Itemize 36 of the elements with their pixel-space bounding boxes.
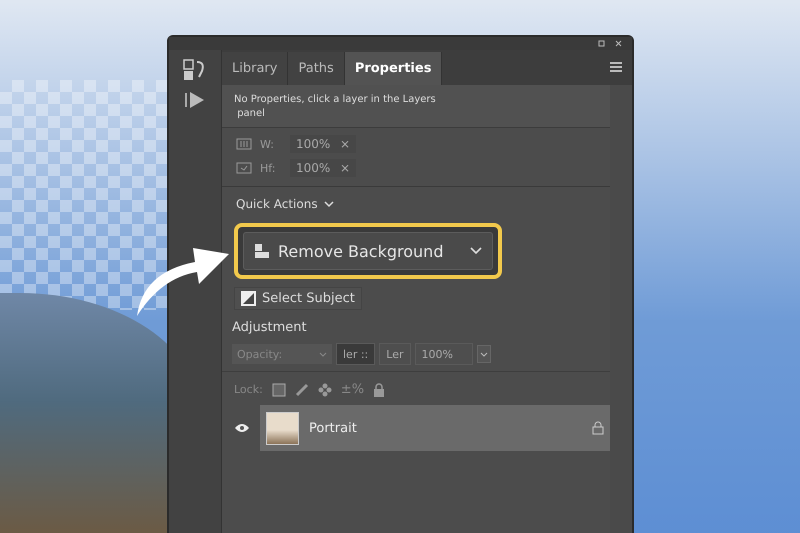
chevron-down-icon bbox=[470, 247, 482, 255]
layer-row[interactable]: Portrait bbox=[260, 405, 610, 451]
pencil-icon[interactable] bbox=[294, 382, 309, 396]
dimension-label: Hf: bbox=[260, 162, 276, 174]
lock-icon[interactable] bbox=[373, 382, 386, 396]
subject-icon bbox=[241, 291, 256, 306]
eye-icon[interactable] bbox=[234, 423, 250, 433]
input-field[interactable]: Ler bbox=[379, 343, 410, 365]
input-field[interactable]: ler :: bbox=[336, 343, 376, 365]
info-message: No Properties, click a layer in the Layers panel bbox=[222, 85, 610, 128]
lock-icon bbox=[592, 421, 604, 435]
section-title: Adjustment bbox=[231, 319, 308, 337]
close-icon[interactable] bbox=[615, 40, 622, 47]
photo-placeholder bbox=[266, 412, 299, 444]
chevron-down-icon[interactable] bbox=[476, 345, 490, 363]
panel-tab[interactable]: Library bbox=[222, 52, 288, 85]
height-icon bbox=[236, 162, 252, 174]
layer-name: Portrait bbox=[309, 420, 358, 436]
menu-icon[interactable] bbox=[610, 62, 622, 72]
chevron-down-icon bbox=[319, 352, 327, 356]
lock-label: Lock: bbox=[234, 383, 263, 396]
dimension-field[interactable]: 100% × bbox=[290, 135, 356, 153]
panel-tab[interactable]: Paths bbox=[288, 52, 345, 85]
layers-icon bbox=[254, 243, 270, 259]
select-subject-button[interactable]: Select Subject bbox=[234, 287, 362, 310]
width-icon bbox=[236, 138, 252, 150]
lock-transparency-icon[interactable] bbox=[272, 382, 286, 396]
move-icon[interactable] bbox=[318, 382, 332, 396]
remove-background-dropdown[interactable]: Remove Background bbox=[243, 232, 493, 270]
panel-tab[interactable]: Properties bbox=[344, 52, 442, 85]
dimension-field[interactable]: 100% × bbox=[290, 159, 356, 177]
lock-percent-toggle[interactable]: ±% bbox=[340, 382, 364, 397]
dimension-label: W: bbox=[260, 138, 275, 150]
restore-icon[interactable] bbox=[598, 40, 605, 47]
opacity-value-field[interactable]: 100% bbox=[414, 343, 472, 365]
section-title: Quick Actions bbox=[236, 197, 318, 211]
